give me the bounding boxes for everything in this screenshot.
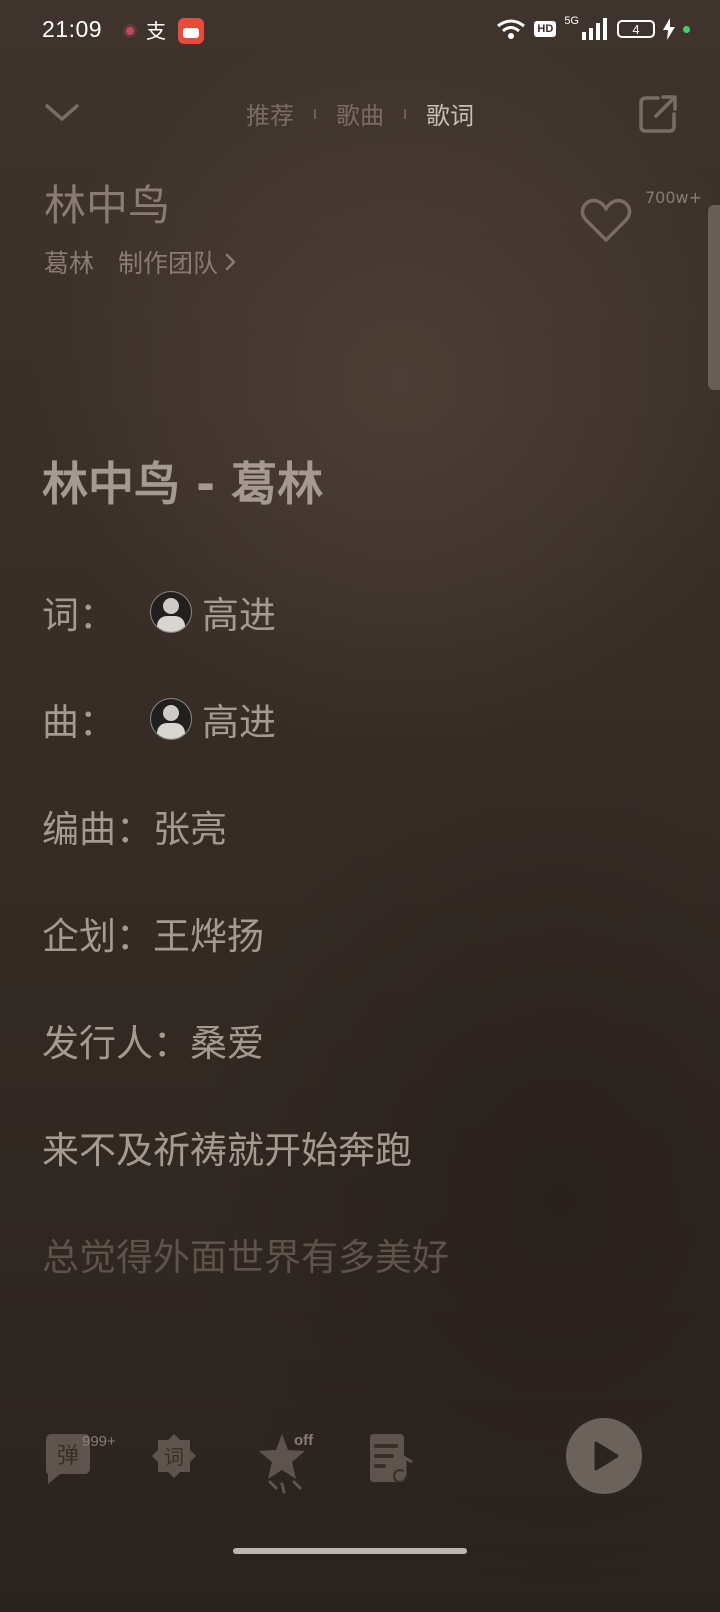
credit-label: 词： <box>42 593 116 637</box>
status-indicators: HD 5G 4 <box>496 15 690 40</box>
share-button[interactable] <box>636 92 680 136</box>
network-type: 5G <box>564 15 579 27</box>
credit-label: 发行人： <box>42 1021 190 1065</box>
credit-line-lyricist: 词： 高进 <box>42 558 449 665</box>
credit-label: 曲： <box>42 700 116 744</box>
play-button[interactable] <box>566 1418 642 1494</box>
star-state-badge: off <box>294 1432 314 1449</box>
tab-lyrics[interactable]: 歌词 <box>406 96 494 131</box>
lyrics-header: 林中鸟 - 葛林 <box>42 457 324 511</box>
lyrics-screen: 21:09 支 HD 5G 4 推荐 歌曲 歌词 林中鸟 葛林 制作团队 700… <box>0 0 720 1612</box>
credit-name: 王烨扬 <box>153 914 264 958</box>
status-time: 21:09 <box>42 16 103 42</box>
lyrics-icon: 词 <box>152 1434 196 1478</box>
signal-icon <box>582 18 607 40</box>
heart-icon <box>580 198 632 242</box>
app-notification-icon <box>178 18 204 44</box>
privacy-indicator <box>683 25 690 33</box>
credit-name: 桑爱 <box>190 1021 264 1065</box>
like-count: 700w+ <box>644 188 702 207</box>
credit-line-planner: 企划： 王烨扬 <box>42 879 449 986</box>
production-team-label: 制作团队 <box>118 249 219 278</box>
artist-row: 葛林 制作团队 <box>44 244 240 280</box>
battery-icon: 4 <box>617 20 655 38</box>
tab-songs[interactable]: 歌曲 <box>316 96 404 131</box>
alipay-icon: 支 <box>146 19 166 43</box>
production-team-link[interactable]: 制作团队 <box>118 244 240 280</box>
svg-text:弹: 弹 <box>57 1444 79 1469</box>
credit-line-publisher: 发行人： 桑爱 <box>42 986 449 1093</box>
credit-line-composer: 曲： 高进 <box>42 665 449 772</box>
tab-bar: 推荐 歌曲 歌词 <box>0 96 720 131</box>
credit-name: 张亮 <box>153 807 227 851</box>
playlist-icon <box>370 1434 413 1483</box>
notification-icons: 支 <box>126 18 204 44</box>
credit-label: 编曲： <box>42 807 153 851</box>
wifi-icon <box>497 19 526 39</box>
credit-label: 企划： <box>42 914 153 958</box>
credit-name[interactable]: 高进 <box>202 585 276 639</box>
playlist-button[interactable] <box>362 1430 422 1490</box>
lyrics-panel[interactable]: 林中鸟 - 葛林 词： 高进 曲： 高进 编曲： 张亮 企划： 王烨扬 发行人：… <box>42 448 449 1307</box>
share-icon <box>639 95 677 133</box>
svg-text:词: 词 <box>164 1445 184 1469</box>
credit-line-arranger: 编曲： 张亮 <box>42 772 449 879</box>
lyric-line[interactable]: 总觉得外面世界有多美好 <box>42 1200 449 1307</box>
lyrics-effect-button[interactable]: 词 <box>146 1430 206 1490</box>
side-scroll-handle[interactable] <box>708 205 720 390</box>
credit-name[interactable]: 高进 <box>202 692 276 746</box>
avatar[interactable] <box>150 697 192 740</box>
artist-link[interactable]: 葛林 <box>44 244 94 280</box>
record-dot-icon <box>126 27 134 35</box>
danmu-count-badge: 999+ <box>82 1433 116 1450</box>
play-icon <box>594 1441 619 1471</box>
home-indicator[interactable] <box>233 1548 467 1554</box>
like-button[interactable] <box>578 196 634 246</box>
chevron-right-icon <box>225 253 236 271</box>
avatar[interactable] <box>150 590 192 633</box>
lyric-line[interactable]: 来不及祈祷就开始奔跑 <box>42 1093 449 1200</box>
song-title: 林中鸟 <box>44 181 171 230</box>
charging-icon <box>663 18 675 40</box>
hd-badge: HD <box>534 21 557 37</box>
tab-recommend[interactable]: 推荐 <box>226 96 314 131</box>
